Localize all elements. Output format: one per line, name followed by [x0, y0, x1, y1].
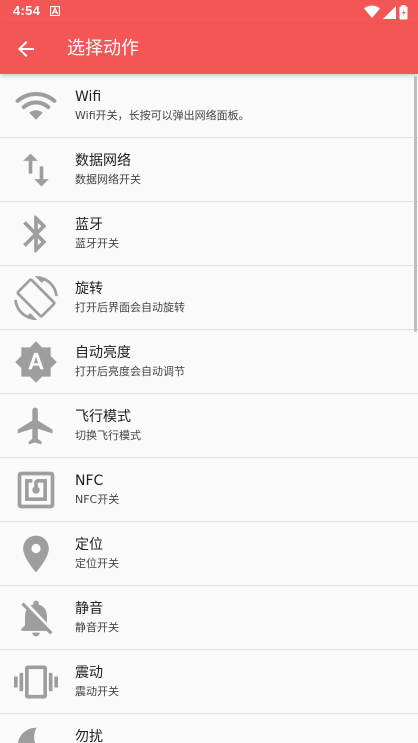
item-label: 旋转	[75, 281, 103, 297]
item-description: 静音开关	[75, 621, 119, 634]
wifi-signal-icon	[364, 5, 380, 18]
item-description: 定位开关	[75, 557, 119, 570]
item-description: 切换飞行模式	[75, 429, 141, 442]
item-description: NFC开关	[75, 493, 120, 506]
app-bar: 选择动作	[0, 24, 418, 74]
item-description: 数据网络开关	[75, 173, 141, 186]
list-item-do-not-disturb[interactable]: 勿扰	[0, 714, 418, 743]
item-description: 打开后界面会自动旋转	[75, 301, 185, 314]
rotate-icon	[14, 276, 58, 320]
item-description: Wifi开关，长按可以弹出网络面板。	[75, 109, 250, 122]
item-description: 震动开关	[75, 685, 119, 698]
item-label: 蓝牙	[75, 217, 103, 233]
nfc-icon	[14, 468, 58, 512]
list-item-vibrate[interactable]: 震动 震动开关	[0, 650, 418, 714]
list-item-mobile-data[interactable]: 数据网络 数据网络开关	[0, 138, 418, 202]
location-icon	[14, 532, 58, 576]
item-label: 震动	[75, 665, 103, 681]
system-icons	[364, 4, 408, 20]
list-item-nfc[interactable]: NFC NFC开关	[0, 458, 418, 522]
cell-signal-icon	[383, 5, 396, 19]
item-description: 打开后亮度会自动调节	[75, 365, 185, 378]
mobile-data-icon	[14, 148, 58, 192]
item-description: 蓝牙开关	[75, 237, 119, 250]
vibrate-icon	[14, 660, 58, 704]
airplane-icon	[14, 404, 58, 448]
status-time: 4:54	[13, 3, 41, 18]
back-arrow-icon[interactable]	[14, 37, 38, 61]
item-label: 静音	[75, 601, 103, 617]
notification-icon	[50, 6, 60, 16]
list-item-auto-brightness[interactable]: 自动亮度 打开后亮度会自动调节	[0, 330, 418, 394]
item-label: 勿扰	[75, 729, 103, 743]
list-item-wifi[interactable]: Wifi Wifi开关，长按可以弹出网络面板。	[0, 74, 418, 138]
page-title: 选择动作	[67, 38, 139, 59]
item-label: NFC	[75, 473, 104, 489]
item-label: 飞行模式	[75, 409, 131, 425]
item-label: 定位	[75, 537, 103, 553]
list-item-rotate[interactable]: 旋转 打开后界面会自动旋转	[0, 266, 418, 330]
list-item-mute[interactable]: 静音 静音开关	[0, 586, 418, 650]
action-list: Wifi Wifi开关，长按可以弹出网络面板。 数据网络 数据网络开关 蓝牙 蓝…	[0, 74, 418, 743]
battery-icon	[399, 4, 408, 19]
wifi-icon	[14, 84, 58, 128]
list-item-location[interactable]: 定位 定位开关	[0, 522, 418, 586]
status-bar: 4:54	[0, 0, 418, 24]
scrollbar[interactable]	[414, 76, 417, 332]
item-label: 数据网络	[75, 153, 131, 169]
list-item-bluetooth[interactable]: 蓝牙 蓝牙开关	[0, 202, 418, 266]
bluetooth-icon	[14, 212, 58, 256]
list-item-airplane-mode[interactable]: 飞行模式 切换飞行模式	[0, 394, 418, 458]
do-not-disturb-icon	[14, 724, 58, 743]
item-label: 自动亮度	[75, 345, 131, 361]
item-label: Wifi	[75, 89, 102, 105]
auto-brightness-icon	[14, 340, 58, 384]
mute-icon	[14, 596, 58, 640]
